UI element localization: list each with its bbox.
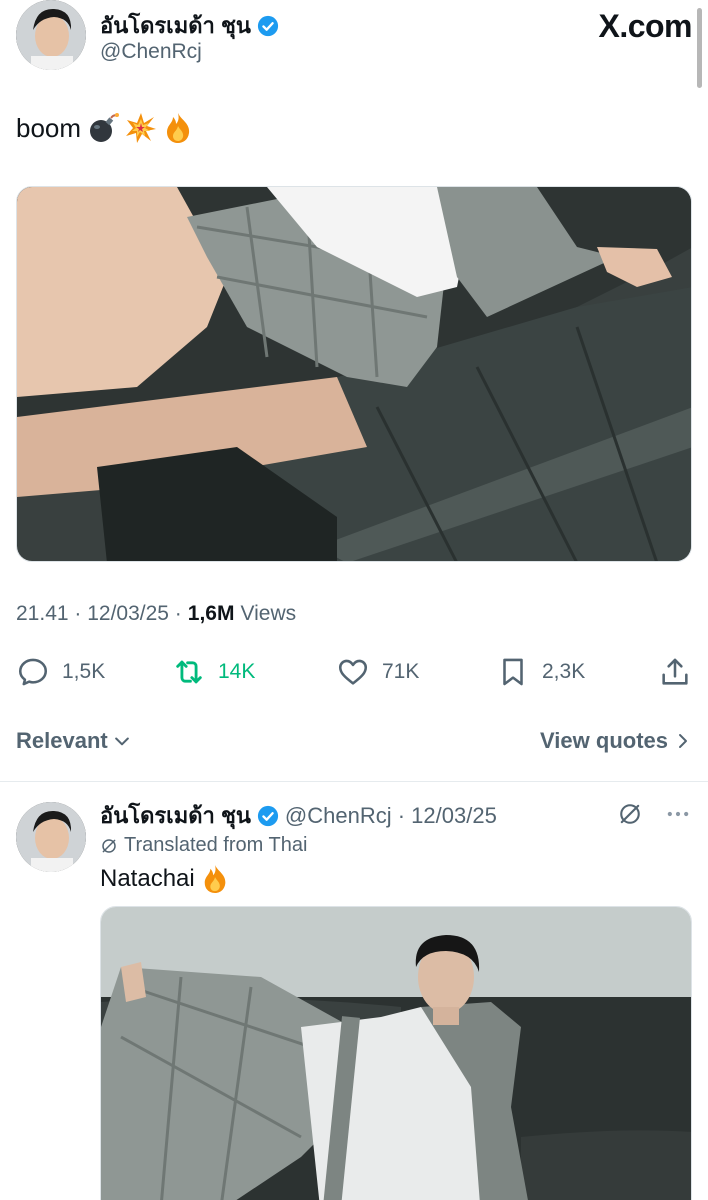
tweet-photo[interactable] xyxy=(16,186,692,562)
chevron-right-icon xyxy=(679,734,687,748)
repost-button[interactable]: 14K xyxy=(172,652,255,692)
quote-avatar[interactable] xyxy=(16,802,86,872)
view-quotes-link[interactable]: View quotes xyxy=(540,728,692,754)
like-button[interactable]: 71K xyxy=(336,652,419,692)
fire-icon xyxy=(204,865,226,893)
relevant-label: Relevant xyxy=(16,728,108,753)
quote-display-name[interactable]: อันโดรเมด้า ชุน xyxy=(100,798,251,833)
reply-sort-row: Relevant View quotes xyxy=(16,722,692,762)
action-bar: 1,5K 14K 71K 2,3K xyxy=(16,652,692,696)
reply-icon xyxy=(18,658,48,686)
scrollbar[interactable] xyxy=(697,8,702,88)
name-row: อันโดรเมด้า ชุน xyxy=(100,8,279,43)
quote-text-content: Natachai xyxy=(100,865,195,892)
quote-tools xyxy=(616,800,692,828)
quote-header: อันโดรเมด้า ชุน @ChenRcj · 12/03/25 xyxy=(100,798,497,833)
views-count: 1,6M xyxy=(187,602,235,625)
quote-handle-date[interactable]: @ChenRcj · 12/03/25 xyxy=(285,803,497,829)
handle[interactable]: @ChenRcj xyxy=(100,40,202,64)
post-text-content: boom xyxy=(16,112,82,143)
divider xyxy=(0,781,708,782)
tweet-header: อันโดรเมด้า ชุน @ChenRcj X.com xyxy=(16,0,692,80)
verified-badge-icon xyxy=(257,15,279,36)
fire-icon xyxy=(167,113,190,143)
bookmark-count: 2,3K xyxy=(542,660,586,683)
bookmark-icon xyxy=(503,658,523,686)
relevant-sort-button[interactable]: Relevant xyxy=(16,728,132,754)
avatar[interactable] xyxy=(16,0,86,70)
view-quotes-label: View quotes xyxy=(540,728,668,753)
display-name[interactable]: อันโดรเมด้า ชุน xyxy=(100,8,251,43)
quote-text: Natachai xyxy=(100,864,229,894)
timestamp[interactable]: 21.41 · 12/03/25 · xyxy=(16,602,182,626)
verified-badge-icon xyxy=(257,805,279,826)
share-button[interactable] xyxy=(658,652,692,692)
brand-watermark: X.com xyxy=(598,8,692,44)
reply-count: 1,5K xyxy=(62,660,106,683)
chevron-down-icon xyxy=(114,737,129,746)
heart-icon xyxy=(338,659,368,685)
more-options-icon[interactable] xyxy=(664,800,692,828)
translate-icon xyxy=(102,838,116,853)
share-icon xyxy=(662,658,688,685)
bomb-icon xyxy=(90,113,120,142)
repost-count: 14K xyxy=(218,660,256,683)
reply-button[interactable]: 1,5K xyxy=(16,652,105,692)
translate-icon[interactable] xyxy=(616,800,644,828)
translated-note: Translated from Thai xyxy=(100,834,307,857)
repost-icon xyxy=(176,660,202,684)
quote-photo[interactable] xyxy=(100,906,692,1200)
like-count: 71K xyxy=(382,660,420,683)
views-label: Views xyxy=(240,602,297,625)
collision-icon xyxy=(126,113,157,143)
translated-label: Translated from Thai xyxy=(124,834,308,856)
bookmark-button[interactable]: 2,3K xyxy=(496,652,585,692)
tweet-meta: 21.41 · 12/03/25 · 1,6M Views xyxy=(16,602,296,626)
post-text: boom xyxy=(16,112,193,144)
